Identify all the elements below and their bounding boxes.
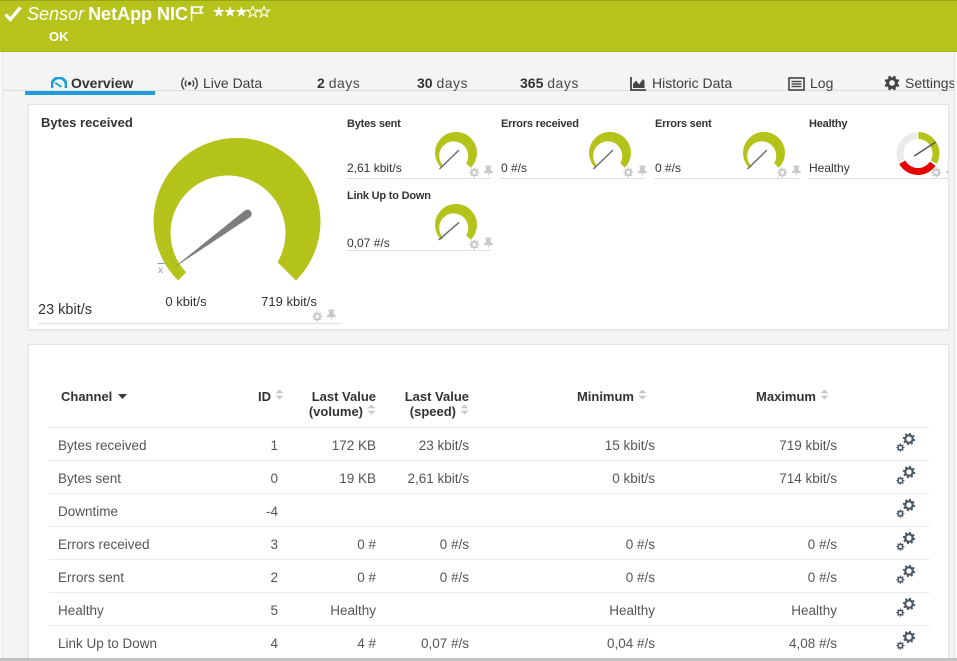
svg-text:x: x xyxy=(158,264,164,276)
